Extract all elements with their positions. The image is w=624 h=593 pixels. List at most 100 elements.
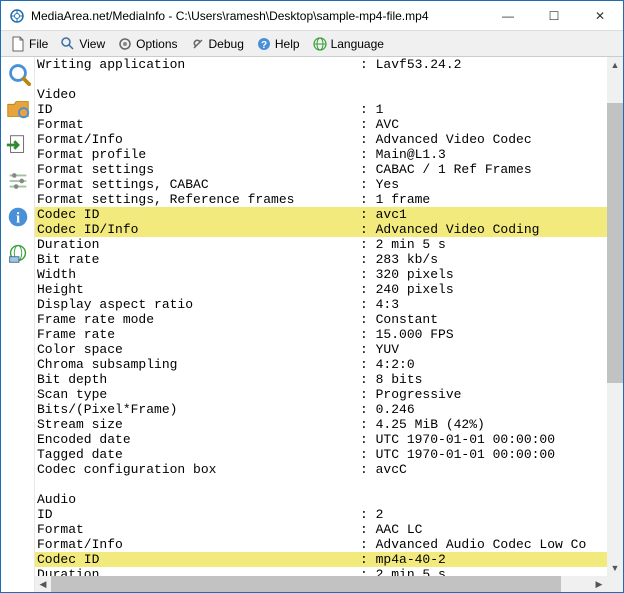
menu-file-label: File <box>29 37 48 51</box>
close-button[interactable]: ✕ <box>577 1 623 31</box>
open-folder-icon[interactable] <box>4 95 32 123</box>
info-row: Bit depth: 8 bits <box>35 372 623 387</box>
info-row: Encoded date: UTC 1970-01-01 00:00:00 <box>35 432 623 447</box>
info-value: UTC 1970-01-01 00:00:00 <box>376 432 623 447</box>
info-row: Color space: YUV <box>35 342 623 357</box>
info-key: Codec configuration box <box>35 462 360 477</box>
info-key: Format settings <box>35 162 360 177</box>
info-row: Format/Info: Advanced Audio Codec Low Co <box>35 537 623 552</box>
help-icon: ? <box>256 36 272 52</box>
info-value: Lavf53.24.2 <box>376 57 623 72</box>
info-value: mp4a-40-2 <box>376 552 623 567</box>
info-value: AVC <box>376 117 623 132</box>
info-value: 1 <box>376 102 623 117</box>
content-wrapper: Writing application: Lavf53.24.2VideoID:… <box>35 57 623 592</box>
window-title: MediaArea.net/MediaInfo - C:\Users\rames… <box>31 9 485 23</box>
hscroll-track[interactable] <box>51 576 591 592</box>
info-value: Yes <box>376 177 623 192</box>
info-row: Codec configuration box: avcC <box>35 462 623 477</box>
file-icon <box>10 36 26 52</box>
info-row: ID: 1 <box>35 102 623 117</box>
client-area: i Writing application: Lavf53.24.2VideoI… <box>1 57 623 592</box>
menu-debug[interactable]: Debug <box>185 34 249 54</box>
app-icon <box>9 8 25 24</box>
vertical-scrollbar[interactable]: ▲ ▼ <box>607 57 623 576</box>
about-icon[interactable]: i <box>4 203 32 231</box>
svg-text:?: ? <box>261 40 267 51</box>
info-row: Chroma subsampling: 4:2:0 <box>35 357 623 372</box>
info-row: Format settings, Reference frames: 1 fra… <box>35 192 623 207</box>
info-key: Writing application <box>35 57 360 72</box>
gear-icon <box>117 36 133 52</box>
info-value: 4:3 <box>376 297 623 312</box>
info-key: Format settings, CABAC <box>35 177 360 192</box>
info-row: Codec ID/Info: Advanced Video Coding <box>35 222 623 237</box>
info-value: 15.000 FPS <box>376 327 623 342</box>
info-value: Progressive <box>376 387 623 402</box>
vscroll-thumb[interactable] <box>607 103 623 383</box>
scroll-down-button[interactable]: ▼ <box>607 560 623 576</box>
info-text-pane[interactable]: Writing application: Lavf53.24.2VideoID:… <box>35 57 623 592</box>
info-value: 8 bits <box>376 372 623 387</box>
globe-icon <box>312 36 328 52</box>
sidebar: i <box>1 57 35 592</box>
scroll-right-button[interactable]: ▶ <box>591 576 607 592</box>
info-row: Writing application: Lavf53.24.2 <box>35 57 623 72</box>
info-row: Codec ID: mp4a-40-2 <box>35 552 623 567</box>
minimize-button[interactable]: — <box>485 1 531 31</box>
preferences-icon[interactable] <box>4 167 32 195</box>
maximize-button[interactable]: ☐ <box>531 1 577 31</box>
info-value: avc1 <box>376 207 623 222</box>
info-value: UTC 1970-01-01 00:00:00 <box>376 447 623 462</box>
horizontal-scrollbar[interactable]: ◀ ▶ <box>35 576 607 592</box>
info-value: 2 min 5 s <box>376 237 623 252</box>
info-row: Format/Info: Advanced Video Codec <box>35 132 623 147</box>
info-value: AAC LC <box>376 522 623 537</box>
open-file-icon[interactable] <box>4 59 32 87</box>
wrench-icon <box>190 36 206 52</box>
export-icon[interactable] <box>4 131 32 159</box>
info-key: ID <box>35 507 360 522</box>
info-value: Main@L1.3 <box>376 147 623 162</box>
info-value: 320 pixels <box>376 267 623 282</box>
menu-options[interactable]: Options <box>112 34 182 54</box>
menu-view[interactable]: View <box>55 34 110 54</box>
vscroll-track[interactable] <box>607 73 623 560</box>
section-header: Video <box>35 87 623 102</box>
info-value: 4:2:0 <box>376 357 623 372</box>
info-value: 0.246 <box>376 402 623 417</box>
info-key: Codec ID <box>35 207 360 222</box>
menubar: File View Options Debug ? Help Language <box>1 31 623 57</box>
hscroll-thumb[interactable] <box>51 576 561 592</box>
svg-text:i: i <box>15 211 19 227</box>
info-row: Tagged date: UTC 1970-01-01 00:00:00 <box>35 447 623 462</box>
info-value: avcC <box>376 462 623 477</box>
info-key: Height <box>35 282 360 297</box>
info-row: Display aspect ratio: 4:3 <box>35 297 623 312</box>
menu-help[interactable]: ? Help <box>251 34 305 54</box>
info-key: Format/Info <box>35 537 360 552</box>
web-icon[interactable] <box>4 239 32 267</box>
info-row: Scan type: Progressive <box>35 387 623 402</box>
info-value: 2 <box>376 507 623 522</box>
info-value: 240 pixels <box>376 282 623 297</box>
info-value: Advanced Video Codec <box>376 132 623 147</box>
menu-options-label: Options <box>136 37 177 51</box>
scroll-corner <box>607 576 623 592</box>
menu-language[interactable]: Language <box>307 34 389 54</box>
info-key: Frame rate mode <box>35 312 360 327</box>
menu-debug-label: Debug <box>209 37 244 51</box>
menu-file[interactable]: File <box>5 34 53 54</box>
scroll-up-button[interactable]: ▲ <box>607 57 623 73</box>
info-row: Bits/(Pixel*Frame): 0.246 <box>35 402 623 417</box>
info-key: ID <box>35 102 360 117</box>
menu-language-label: Language <box>331 37 384 51</box>
info-value: 283 kb/s <box>376 252 623 267</box>
window-titlebar: MediaArea.net/MediaInfo - C:\Users\rames… <box>1 1 623 31</box>
scroll-left-button[interactable]: ◀ <box>35 576 51 592</box>
info-value: Advanced Audio Codec Low Co <box>376 537 623 552</box>
info-row: ID: 2 <box>35 507 623 522</box>
info-key: Scan type <box>35 387 360 402</box>
info-row: Format profile: Main@L1.3 <box>35 147 623 162</box>
view-icon <box>60 36 76 52</box>
